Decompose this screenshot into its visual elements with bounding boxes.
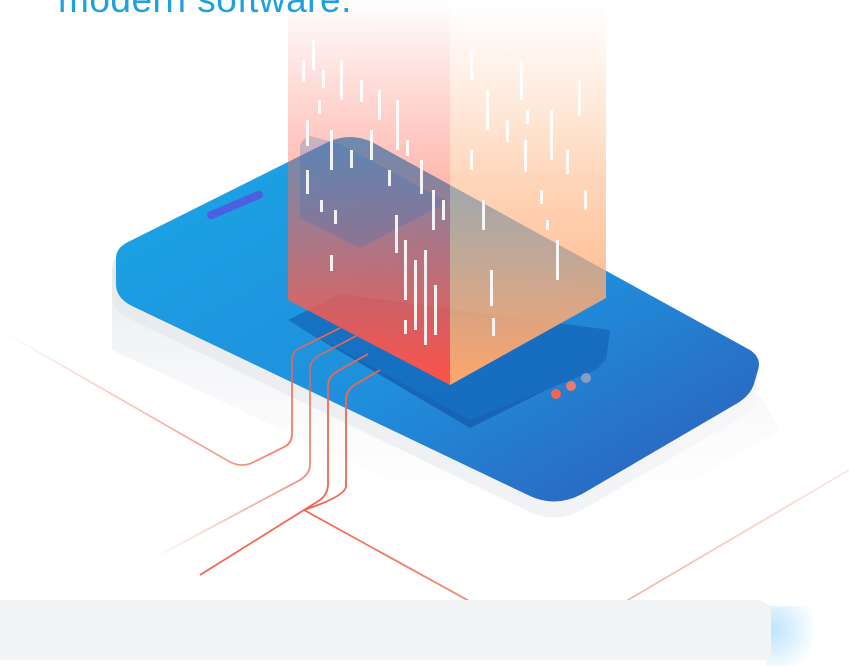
footer-card xyxy=(0,600,771,660)
page-title: modern software. xyxy=(58,0,352,20)
hero-illustration xyxy=(0,0,849,644)
card-glow xyxy=(766,606,826,666)
